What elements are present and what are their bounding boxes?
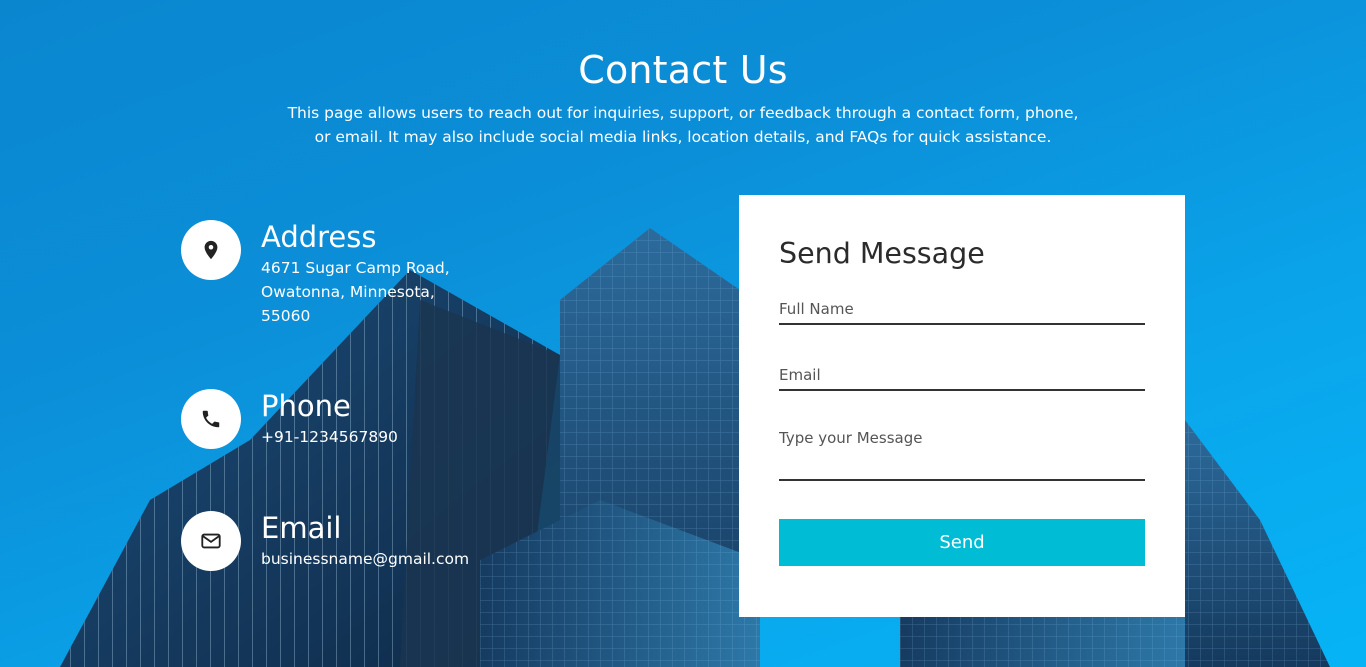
envelope-icon [181, 511, 241, 571]
full-name-input[interactable] [779, 297, 1145, 321]
send-message-form: Send Message Send [739, 195, 1185, 617]
full-name-field-wrapper [779, 297, 1145, 325]
phone-value[interactable]: +91-1234567890 [261, 425, 521, 449]
email-value[interactable]: businessname@gmail.com [261, 547, 521, 571]
email-input[interactable] [779, 363, 1145, 387]
phone-title: Phone [261, 389, 351, 423]
message-field-wrapper [779, 429, 1145, 481]
page-title: Contact Us [578, 48, 788, 92]
email-title: Email [261, 511, 342, 545]
message-textarea[interactable] [779, 429, 1145, 477]
address-title: Address [261, 220, 377, 254]
page-description: This page allows users to reach out for … [287, 104, 1079, 146]
map-pin-icon [181, 220, 241, 280]
phone-icon [181, 389, 241, 449]
form-title: Send Message [779, 237, 985, 270]
email-field-wrapper [779, 363, 1145, 391]
send-button[interactable]: Send [779, 519, 1145, 566]
address-value: 4671 Sugar Camp Road, Owatonna, Minnesot… [261, 259, 450, 325]
